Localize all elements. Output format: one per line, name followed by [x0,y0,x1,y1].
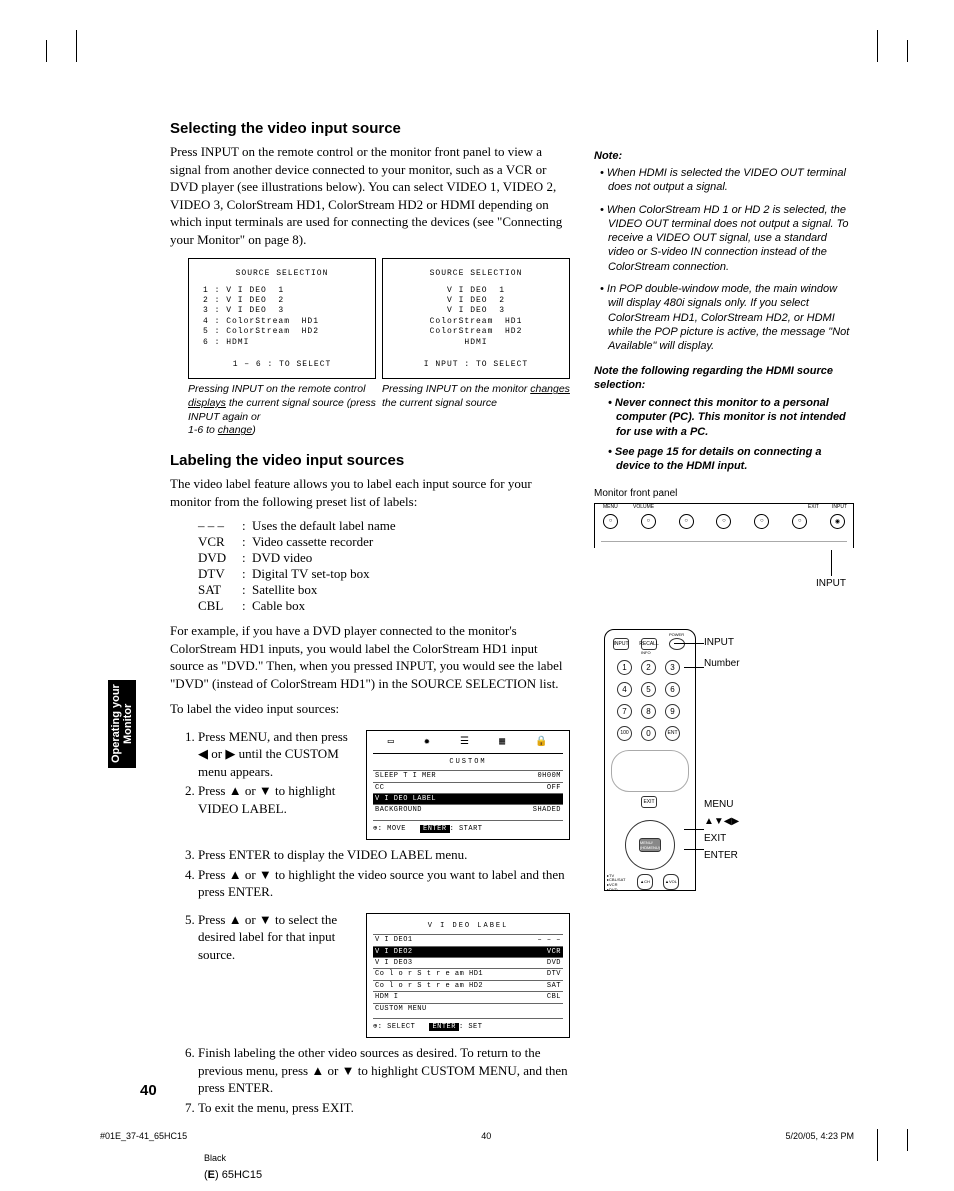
crop-mark [907,40,908,62]
para-selecting-source: Press INPUT on the remote control or the… [170,143,570,248]
crop-mark [877,30,878,62]
step-4: Press ▲ or ▼ to highlight the video sour… [198,866,570,901]
preset-label-list: – – –:Uses the default label name VCR:Vi… [198,518,570,614]
note-pop: • In POP double-window mode, the main wi… [600,282,854,353]
section-tab: Operating your Monitor [108,680,136,768]
up-arrow-icon: ▲ [229,866,242,884]
remote-ent-button[interactable]: ENT [665,726,680,741]
input-callout: INPUT [594,578,846,589]
remote-num-1[interactable]: 1 [617,660,632,675]
step-1: Press MENU, and then press ◀ or ▶ until … [198,728,356,781]
footer-black: Black [204,1153,226,1163]
monitor-front-panel: MENU VOLUME EXIT INPUT ○ ○ ○ ○ ○ ○ ◉ [594,503,854,548]
note-hdmi: • When HDMI is selected the VIDEO OUT te… [600,166,854,195]
para-example: For example, if you have a DVD player co… [170,622,570,692]
remote-num-6[interactable]: 6 [665,682,680,697]
callout-enter: ENTER [704,850,740,861]
remote-num-0[interactable]: 0 [641,726,656,741]
remote-num-8[interactable]: 8 [641,704,656,719]
heading-labeling: Labeling the video input sources [170,452,570,469]
callout-exit: EXIT [704,833,740,844]
step-6: Finish labeling the other video sources … [198,1044,570,1097]
remote-input-button[interactable]: INPUT [613,638,629,650]
crop-mark [76,30,77,62]
remote-power-button[interactable] [669,638,685,650]
up-arrow-icon: ▲ [229,782,242,800]
remote-num-5[interactable]: 5 [641,682,656,697]
panel-vol-up-button[interactable]: ○ [679,514,694,529]
remote-ch-vol-area [611,750,689,792]
footer-file: #01E_37-41_65HC15 [100,1131,187,1141]
callout-arrows: ▲▼◀▶ [704,816,740,827]
panel-ch-down-button[interactable]: ○ [716,514,731,529]
note-hdmi-heading: Note the following regarding the HDMI so… [594,364,854,393]
osd-monitor-source-selection: SOURCE SELECTION V I DEO 1 V I DEO 2 V I… [382,258,570,379]
panel-vol-down-button[interactable]: ○ [641,514,656,529]
remote-num-7[interactable]: 7 [617,704,632,719]
crop-mark [877,1129,878,1161]
left-arrow-icon: ◀ [198,745,208,763]
note-no-pc: • Never connect this monitor to a person… [608,396,854,439]
up-arrow-icon: ▲ [229,911,242,929]
remote-exit-button[interactable]: EXIT [641,796,657,808]
heading-selecting-source: Selecting the video input source [170,120,570,137]
osd-remote-source-selection: SOURCE SELECTION 1 : V I DEO 1 2 : V I D… [188,258,376,379]
remote-recall-button[interactable]: RECALL [641,638,657,650]
panel-exit-button[interactable]: ○ [792,514,807,529]
right-arrow-icon: ▶ [225,745,235,763]
front-panel-label: Monitor front panel [594,488,854,499]
main-column: Selecting the video input source Press I… [170,120,570,1124]
caption-remote: Pressing INPUT on the remote control dis… [188,383,376,438]
remote-num-2[interactable]: 2 [641,660,656,675]
crop-mark [46,40,47,62]
up-arrow-icon: ▲ [311,1062,324,1080]
footer-model: (E) 65HC15 [204,1169,262,1181]
callout-menu: MENU [704,799,740,810]
panel-input-button[interactable]: ◉ [830,514,845,529]
down-arrow-icon: ▼ [259,782,272,800]
menu-icon: ✹ [424,737,431,749]
down-arrow-icon: ▼ [259,866,272,884]
note-colorstream: • When ColorStream HD 1 or HD 2 is selec… [600,203,854,274]
footer-page: 40 [481,1131,491,1141]
remote-ch-button[interactable]: ▲CH [637,874,653,890]
panel-menu-button[interactable]: ○ [603,514,618,529]
remote-menu-button[interactable]: MENU/ (HDMENU) [639,838,661,852]
remote-num-100[interactable]: 100 [617,726,632,741]
callout-input: INPUT [704,637,740,648]
menu-icon: ☰ [460,737,469,749]
osd-video-label-menu: V I DEO LABEL V I DEO1– – – V I DEO2VCR … [366,913,570,1039]
note-heading: Note: [594,150,854,162]
note-see-page-15: • See page 15 for details on connecting … [608,445,854,474]
footer-meta: #01E_37-41_65HC15 40 5/20/05, 4:23 PM [100,1131,854,1141]
para-to-label: To label the video input sources: [170,700,570,718]
menu-icon: ▭ [388,737,395,749]
down-arrow-icon: ▼ [259,911,272,929]
menu-icon: ▦ [499,737,506,749]
remote-num-9[interactable]: 9 [665,704,680,719]
remote-num-4[interactable]: 4 [617,682,632,697]
step-7: To exit the menu, press EXIT. [198,1099,570,1117]
panel-ch-up-button[interactable]: ○ [754,514,769,529]
osd-custom-menu: ▭ ✹ ☰ ▦ 🔒 CUSTOM SLEEP T I MER0H00M CCOF… [366,730,570,840]
caption-monitor: Pressing INPUT on the monitor changes th… [382,383,570,438]
callout-number: Number [704,658,740,669]
step-5: Press ▲ or ▼ to select the desired label… [198,911,356,964]
side-column: Note: • When HDMI is selected the VIDEO … [594,120,854,1124]
step-2: Press ▲ or ▼ to highlight VIDEO LABEL. [198,782,356,817]
remote-illustration: INPUT RECALL POWER INFO 1 2 3 4 5 6 7 8 … [594,629,854,891]
remote-vol-button[interactable]: ▲VOL [663,874,679,890]
page-number: 40 [140,1082,157,1099]
step-3: Press ENTER to display the VIDEO LABEL m… [198,846,570,864]
para-labeling-intro: The video label feature allows you to la… [170,475,570,510]
menu-icon: 🔒 [535,737,548,749]
page: Selecting the video input source Press I… [0,0,954,1191]
crop-mark [907,1129,908,1151]
remote-num-3[interactable]: 3 [665,660,680,675]
footer-date: 5/20/05, 4:23 PM [785,1131,854,1141]
down-arrow-icon: ▼ [342,1062,355,1080]
